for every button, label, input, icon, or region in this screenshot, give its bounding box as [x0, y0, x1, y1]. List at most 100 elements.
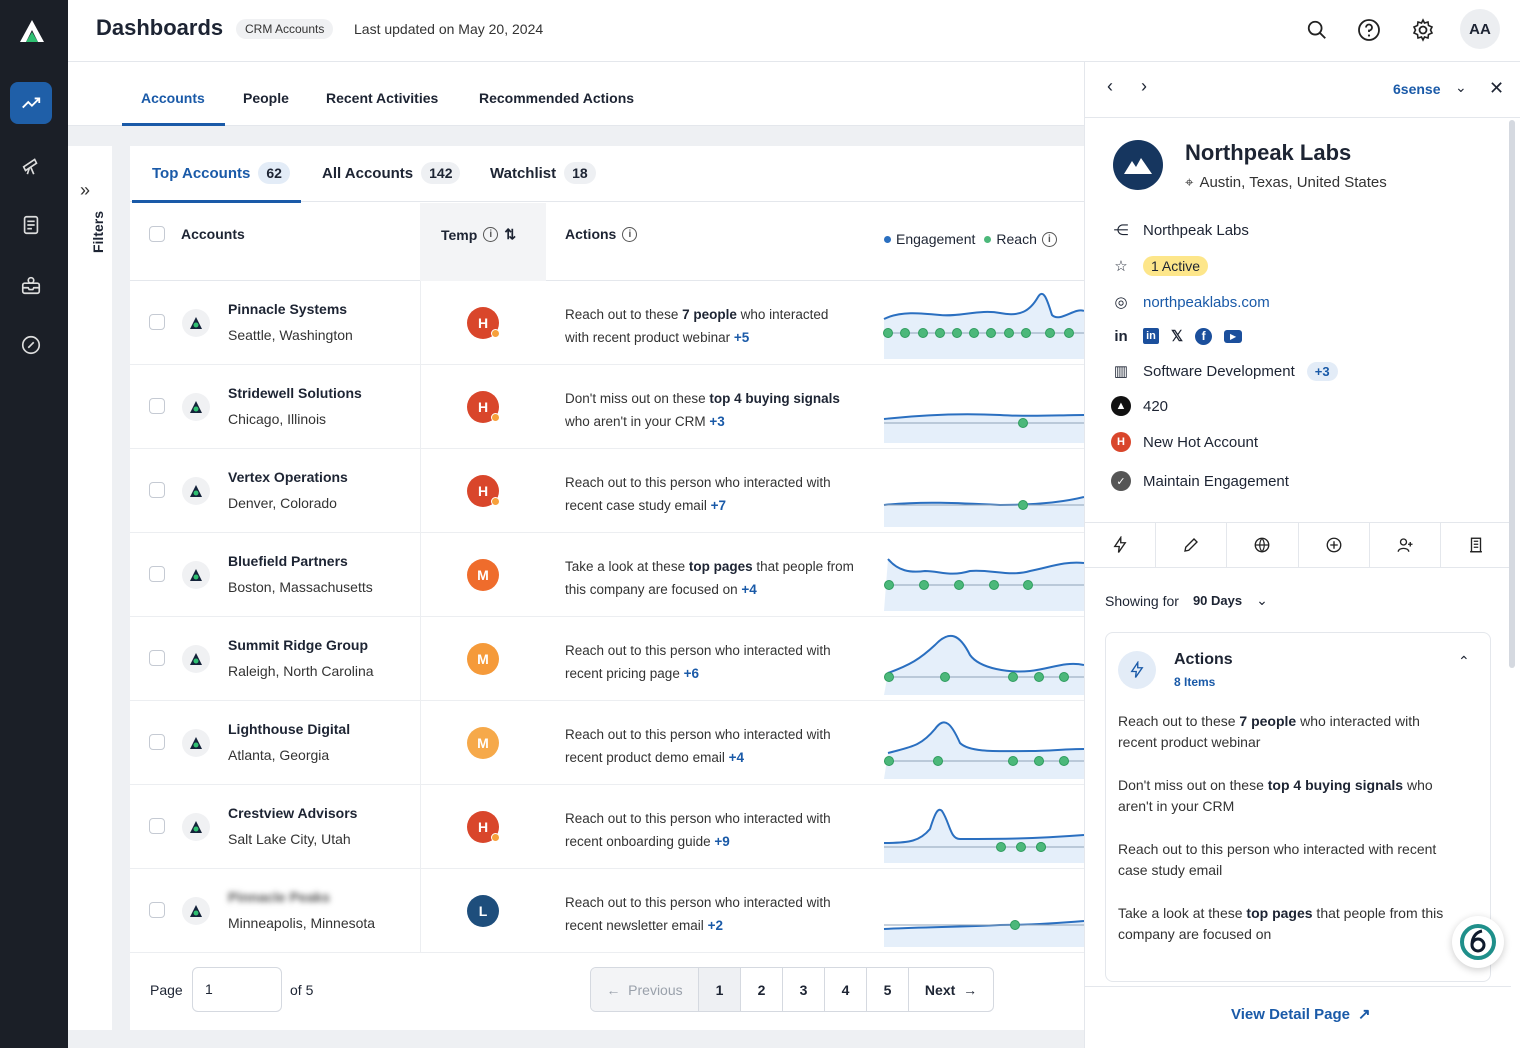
- website-link[interactable]: northpeaklabs.com: [1143, 294, 1270, 311]
- tab-recommended-actions[interactable]: Recommended Actions: [479, 90, 634, 106]
- table-row[interactable]: Crestview Advisors Salt Lake City, Utah …: [130, 785, 1084, 869]
- tab-accounts[interactable]: Accounts: [141, 90, 205, 106]
- row-checkbox[interactable]: [149, 314, 165, 330]
- company-name[interactable]: Crestview Advisors: [228, 805, 357, 821]
- linkedin-icon[interactable]: in: [1143, 328, 1159, 344]
- page-2-button[interactable]: 2: [741, 968, 783, 1011]
- reach-point: [884, 756, 894, 766]
- temp-header[interactable]: Temp i ⇅: [441, 226, 516, 243]
- row-checkbox[interactable]: [149, 566, 165, 582]
- info-icon[interactable]: i: [622, 226, 638, 242]
- temperature-letter: H: [477, 819, 489, 835]
- close-icon[interactable]: ✕: [1489, 78, 1504, 99]
- company-name[interactable]: Pinnacle Peaks: [228, 889, 330, 905]
- company-name[interactable]: Bluefield Partners: [228, 553, 348, 569]
- engagement-sparkline: [883, 808, 1084, 863]
- reach-point: [1059, 672, 1069, 682]
- subtab-watchlist[interactable]: Watchlist 18: [490, 162, 596, 184]
- view-detail-link[interactable]: View Detail Page ↗: [1231, 1005, 1371, 1024]
- search-icon[interactable]: [1304, 17, 1330, 43]
- star-icon[interactable]: ☆: [1111, 256, 1131, 276]
- expand-filters-icon[interactable]: »: [80, 180, 90, 201]
- company-name[interactable]: Summit Ridge Group: [228, 637, 368, 653]
- panel-action-item[interactable]: Reach out to this person who interacted …: [1118, 839, 1458, 881]
- company-name[interactable]: Stridewell Solutions: [228, 385, 362, 401]
- page-4-button[interactable]: 4: [825, 968, 867, 1011]
- panel-scrollbar[interactable]: [1509, 120, 1515, 668]
- source-selector[interactable]: 6sense: [1393, 81, 1440, 97]
- recommended-action: Don't miss out on these top 4 buying sig…: [565, 387, 855, 433]
- row-checkbox[interactable]: [149, 818, 165, 834]
- company-name[interactable]: Lighthouse Digital: [228, 721, 350, 737]
- company-name[interactable]: Pinnacle Systems: [228, 301, 347, 317]
- chevron-down-icon[interactable]: ⌄: [1455, 79, 1467, 96]
- help-icon[interactable]: [1356, 17, 1382, 43]
- add-user-icon[interactable]: [1370, 523, 1441, 567]
- panel-action-item[interactable]: Reach out to these 7 people who interact…: [1118, 711, 1458, 753]
- telescope-nav-icon[interactable]: [10, 144, 52, 186]
- table-row[interactable]: Summit Ridge Group Raleigh, North Caroli…: [130, 617, 1084, 701]
- page-1-button[interactable]: 1: [699, 968, 741, 1011]
- row-checkbox[interactable]: [149, 398, 165, 414]
- row-checkbox[interactable]: [149, 650, 165, 666]
- youtube-icon[interactable]: ▶: [1224, 329, 1243, 343]
- more-actions-link[interactable]: +4: [729, 750, 744, 765]
- analytics-nav-icon[interactable]: [10, 82, 52, 124]
- page-5-button[interactable]: 5: [867, 968, 909, 1011]
- panel-action-item[interactable]: Take a look at these top pages that peop…: [1118, 903, 1458, 945]
- chevron-down-icon[interactable]: ⌄: [1256, 592, 1268, 609]
- info-icon[interactable]: i: [1041, 231, 1057, 247]
- globe-tab-icon[interactable]: [1227, 523, 1299, 567]
- subtab-all-accounts[interactable]: All Accounts 142: [322, 162, 461, 184]
- user-avatar[interactable]: AA: [1460, 9, 1500, 49]
- pencil-icon[interactable]: [1156, 523, 1228, 567]
- table-row[interactable]: Bluefield Partners Boston, Massachusetts…: [130, 533, 1084, 617]
- industry-more-badge[interactable]: +3: [1306, 361, 1338, 381]
- sort-icon[interactable]: ⇅: [504, 226, 516, 243]
- row-checkbox[interactable]: [149, 902, 165, 918]
- action-highlight: 7 people: [682, 307, 737, 322]
- row-checkbox[interactable]: [149, 482, 165, 498]
- next-button[interactable]: Next →: [909, 968, 993, 1011]
- table-row[interactable]: Vertex Operations Denver, Colorado H Rea…: [130, 449, 1084, 533]
- info-icon[interactable]: i: [483, 227, 499, 242]
- building-tab-icon[interactable]: [1441, 523, 1511, 567]
- gear-icon[interactable]: [1410, 17, 1436, 43]
- row-checkbox[interactable]: [149, 734, 165, 750]
- more-actions-link[interactable]: +6: [684, 666, 699, 681]
- more-actions-link[interactable]: +4: [741, 582, 756, 597]
- facebook-icon[interactable]: f: [1195, 327, 1213, 345]
- tab-people[interactable]: People: [243, 90, 289, 106]
- table-row[interactable]: Pinnacle Peaks Minneapolis, Minnesota L …: [130, 869, 1084, 953]
- target-icon[interactable]: [1299, 523, 1370, 567]
- table-row[interactable]: Pinnacle Systems Seattle, Washington H R…: [130, 281, 1084, 365]
- more-actions-link[interactable]: +7: [711, 498, 726, 513]
- company-name[interactable]: Vertex Operations: [228, 469, 348, 485]
- lightning-icon[interactable]: [1085, 523, 1157, 567]
- assistant-fab-icon[interactable]: [1452, 916, 1504, 968]
- previous-button[interactable]: ← Previous: [591, 968, 699, 1011]
- table-row[interactable]: Lighthouse Digital Atlanta, Georgia M Re…: [130, 701, 1084, 785]
- filters-panel[interactable]: » Filters: [68, 146, 112, 1030]
- more-actions-link[interactable]: +3: [709, 414, 724, 429]
- panel-action-item[interactable]: Don't miss out on these top 4 buying sig…: [1118, 775, 1458, 817]
- chevron-left-icon[interactable]: ‹: [1107, 76, 1113, 97]
- inbox-nav-icon[interactable]: [10, 264, 52, 306]
- x-twitter-icon[interactable]: 𝕏: [1171, 327, 1183, 345]
- more-actions-link[interactable]: +5: [734, 330, 749, 345]
- more-actions-link[interactable]: +2: [708, 918, 723, 933]
- app-logo-icon[interactable]: [14, 12, 50, 48]
- more-actions-link[interactable]: +9: [714, 834, 729, 849]
- page-3-button[interactable]: 3: [783, 968, 825, 1011]
- subtab-top-accounts[interactable]: Top Accounts 62: [152, 162, 290, 184]
- tab-recent-activities[interactable]: Recent Activities: [326, 90, 438, 106]
- compass-nav-icon[interactable]: [10, 324, 52, 366]
- stage-row: ✓ Maintain Engagement: [1111, 471, 1289, 491]
- page-input[interactable]: 1: [192, 967, 282, 1012]
- chevron-up-icon[interactable]: ⌃: [1458, 653, 1470, 670]
- select-all-checkbox[interactable]: [149, 226, 165, 242]
- chevron-right-icon[interactable]: ›: [1141, 76, 1147, 97]
- time-range-selector[interactable]: 90 Days: [1193, 593, 1242, 608]
- document-nav-icon[interactable]: [10, 204, 52, 246]
- table-row[interactable]: Stridewell Solutions Chicago, Illinois H…: [130, 365, 1084, 449]
